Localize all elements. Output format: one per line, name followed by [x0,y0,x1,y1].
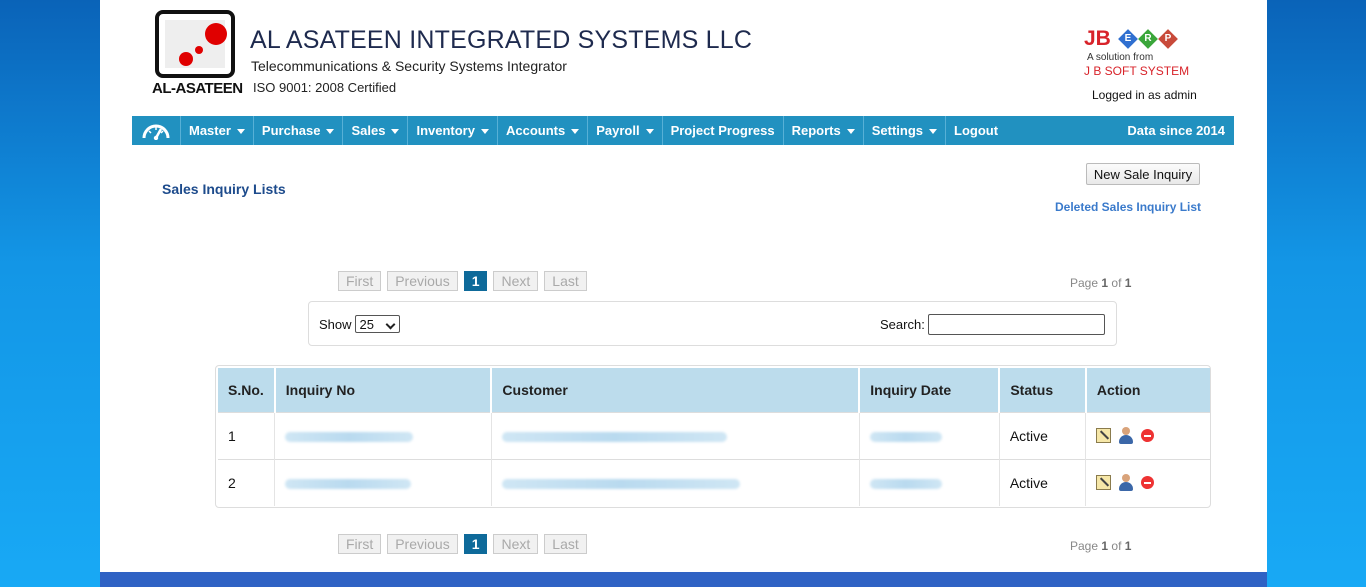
cell-customer [491,458,860,506]
pager-current-page[interactable]: 1 [463,271,488,291]
nav-purchase[interactable]: Purchase [254,116,344,145]
logged-in-status: Logged in as admin [1092,88,1197,102]
cell-customer [491,411,860,459]
pager-current-page[interactable]: 1 [463,534,488,554]
page-size-select[interactable]: 25 [354,315,400,333]
edit-icon[interactable] [1096,475,1112,491]
nav-sales[interactable]: Sales [343,116,409,145]
erp-e-diamond: E [1118,29,1138,49]
chevron-down-icon [929,129,938,134]
col-customer[interactable]: Customer [491,368,861,412]
pager-top: First Previous 1 Next Last [338,271,587,291]
page-info-bottom: Page 1 of 1 [1070,539,1132,553]
user-icon[interactable] [1117,426,1135,445]
chevron-down-icon [645,129,654,134]
footer-bar [100,572,1267,587]
edit-icon[interactable] [1096,428,1112,443]
company-name: AL ASATEEN INTEGRATED SYSTEMS LLC [250,26,753,54]
page-title: Sales Inquiry Lists [162,181,286,197]
search-input[interactable] [928,314,1105,335]
redacted-customer [501,431,727,442]
pager-bottom: First Previous 1 Next Last [338,534,587,554]
erp-p-diamond: P [1158,29,1178,49]
col-action: Action [1085,368,1210,412]
col-status[interactable]: Status [999,368,1087,412]
pager-next-button[interactable]: Next [493,534,539,554]
redacted-customer [501,479,740,490]
new-sale-inquiry-button[interactable]: New Sale Inquiry [1086,163,1200,185]
search-label: Search: [880,317,925,332]
nav-inventory[interactable]: Inventory [408,116,498,145]
inquiry-table-container: S.No. Inquiry No Customer Inquiry Date S… [215,365,1211,508]
cell-action [1085,411,1210,459]
cell-inquiry-date [859,411,1000,459]
user-icon[interactable] [1117,473,1135,492]
table-row[interactable]: 2 Active [218,458,1210,506]
table-row[interactable]: 1 Active [218,411,1210,459]
data-since-label: Data since 2014 [1127,123,1225,138]
main-nav: Master Purchase Sales Inventory Accounts… [132,116,1234,145]
logo-text: AL-ASATEEN [152,80,243,97]
cell-status: Active [999,458,1087,506]
nav-payroll[interactable]: Payroll [588,116,663,145]
nav-accounts[interactable]: Accounts [498,116,589,145]
delete-icon[interactable] [1141,476,1155,490]
table-filter-bar: Show 25 Search: [308,301,1117,346]
redacted-date [869,431,942,442]
cell-sno: 1 [218,411,276,459]
pager-next-button[interactable]: Next [493,271,539,291]
page-size-control: Show 25 [319,315,400,333]
redacted-date [869,479,942,490]
delete-icon[interactable] [1141,429,1155,442]
table-header-row: S.No. Inquiry No Customer Inquiry Date S… [218,368,1210,412]
cell-inquiry-no [274,411,492,459]
chevron-down-icon [846,129,855,134]
cell-status: Active [999,411,1087,459]
erp-r-diamond: R [1138,29,1158,49]
cell-action [1085,458,1210,506]
iso-certification: ISO 9001: 2008 Certified [253,80,397,95]
col-sno[interactable]: S.No. [218,368,276,412]
nav-reports[interactable]: Reports [784,116,864,145]
pager-first-button[interactable]: First [338,534,382,554]
redacted-inquiry-no [285,431,414,442]
cell-inquiry-date [859,458,1000,506]
pager-last-button[interactable]: Last [544,534,587,554]
chevron-down-icon [236,129,245,134]
nav-settings[interactable]: Settings [864,116,947,145]
company-logo [155,10,235,78]
col-inquiry-no[interactable]: Inquiry No [274,368,493,412]
chevron-down-icon [571,129,580,134]
page-container: AL-ASATEEN AL ASATEEN INTEGRATED SYSTEMS… [100,0,1267,587]
deleted-inquiry-list-link[interactable]: Deleted Sales Inquiry List [1055,200,1201,214]
chevron-down-icon [480,129,489,134]
vendor-name: J B SOFT SYSTEM [1084,64,1190,78]
cell-sno: 2 [218,458,276,506]
col-inquiry-date[interactable]: Inquiry Date [859,368,1001,412]
page-info-top: Page 1 of 1 [1070,276,1132,290]
solution-from-text: A solution from [1087,52,1154,63]
chevron-down-icon [391,129,400,134]
inquiry-table: S.No. Inquiry No Customer Inquiry Date S… [218,368,1210,506]
pager-last-button[interactable]: Last [544,271,587,291]
nav-project-progress[interactable]: Project Progress [663,116,784,145]
pager-previous-button[interactable]: Previous [387,271,458,291]
show-label: Show [319,316,352,332]
erp-logo-diamonds: E R P [1117,26,1185,50]
dashboard-icon[interactable] [132,116,181,145]
redacted-inquiry-no [285,479,412,490]
pager-previous-button[interactable]: Previous [387,534,458,554]
chevron-down-icon [326,129,335,134]
jb-erp-logo: JB [1084,27,1111,50]
cell-inquiry-no [274,458,492,506]
nav-master[interactable]: Master [181,116,254,145]
pager-first-button[interactable]: First [338,271,382,291]
nav-logout[interactable]: Logout [946,116,1006,145]
company-tagline: Telecommunications & Security Systems In… [251,58,567,74]
